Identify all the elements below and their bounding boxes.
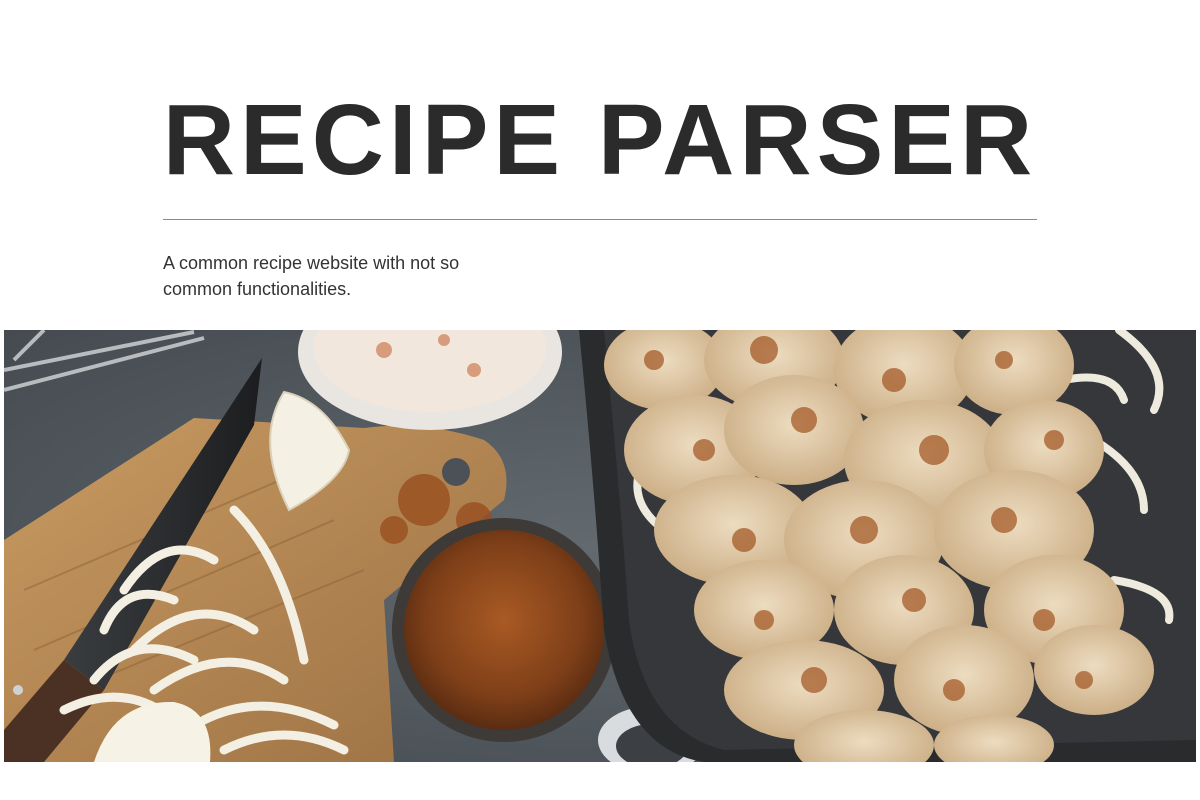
page: RECIPE PARSER A common recipe website wi… [0,0,1200,800]
page-title: RECIPE PARSER [162,84,1038,196]
spice-bowl [392,518,616,742]
hero-food-illustration [4,330,1196,762]
tagline: A common recipe website with not so comm… [163,253,460,299]
title-divider [163,219,1037,220]
hero-image [4,330,1196,762]
